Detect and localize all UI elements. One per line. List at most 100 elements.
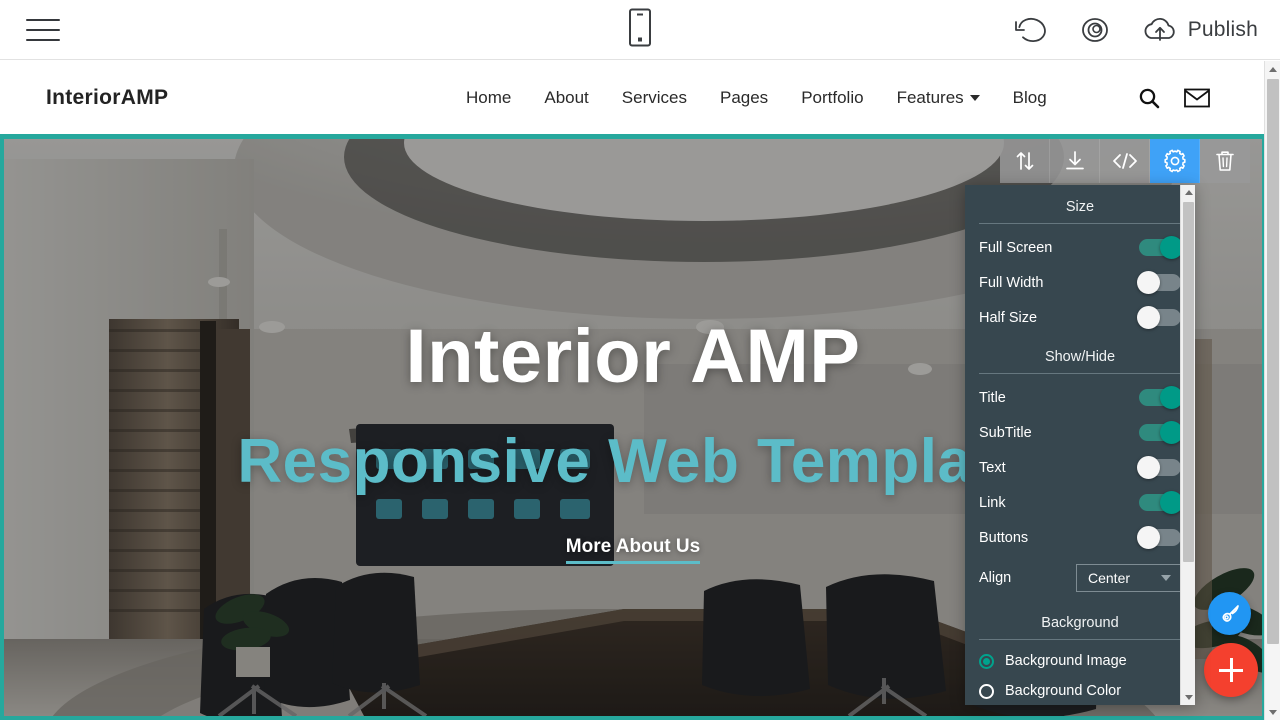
nav-label: Portfolio <box>801 87 864 107</box>
toggle-full-screen[interactable] <box>1139 236 1183 259</box>
setting-label: Full Width <box>979 274 1044 291</box>
eye-preview-icon[interactable] <box>1075 16 1115 44</box>
gear-settings-icon[interactable] <box>1150 139 1200 183</box>
style-paintbrush-fab[interactable] <box>1208 592 1251 635</box>
align-label: Align <box>979 570 1012 586</box>
page-scrollbar[interactable] <box>1264 61 1280 720</box>
setting-row-align: Align Center <box>979 555 1181 601</box>
nav-item-blog[interactable]: Blog <box>1013 88 1047 108</box>
plus-icon-vertical <box>1229 658 1233 682</box>
publish-label: Publish <box>1187 17 1258 41</box>
envelope-icon[interactable] <box>1184 88 1210 108</box>
app-bar-actions: Publish <box>1013 16 1258 44</box>
setting-label: Text <box>979 459 1006 476</box>
setting-label: Buttons <box>979 529 1029 546</box>
triangle-down <box>1269 709 1277 715</box>
hero-more-about-us-link[interactable]: More About Us <box>565 536 701 564</box>
toggle-text[interactable] <box>1137 456 1181 479</box>
search-icon[interactable] <box>1138 87 1160 109</box>
toggle-full-width[interactable] <box>1137 271 1181 294</box>
radio-row-background-color[interactable]: Background Color <box>979 676 1181 705</box>
toggle-knob <box>1137 526 1160 549</box>
nav-label: Blog <box>1012 87 1047 107</box>
chevron-down-icon <box>969 94 980 101</box>
setting-row-title[interactable]: Title <box>979 380 1183 415</box>
setting-label: Full Screen <box>979 239 1053 256</box>
radio-label: Background Image <box>1005 653 1127 669</box>
setting-label: Title <box>979 389 1006 406</box>
setting-row-full-screen[interactable]: Full Screen <box>979 230 1183 265</box>
setting-row-buttons[interactable]: Buttons <box>979 520 1181 555</box>
setting-row-full-width[interactable]: Full Width <box>979 265 1181 300</box>
showhide-heading: Show/Hide <box>1044 349 1116 365</box>
background-heading: Background <box>1041 615 1119 631</box>
nav-item-features[interactable]: Features <box>897 88 980 108</box>
setting-label: SubTitle <box>979 424 1032 441</box>
scroll-down-arrow-icon[interactable] <box>1181 690 1195 705</box>
toggle-knob <box>1137 306 1160 329</box>
scrollbar-thumb[interactable] <box>1183 202 1194 562</box>
toggle-link[interactable] <box>1139 491 1183 514</box>
site-brand[interactable]: InteriorAMP <box>46 86 168 110</box>
setting-row-half-size[interactable]: Half Size <box>979 300 1181 335</box>
align-select[interactable]: Center <box>1076 564 1181 592</box>
cloud-upload-icon <box>1141 16 1179 44</box>
block-settings-panel: Size Full Screen Full Width Half Size Sh… <box>965 185 1195 705</box>
triangle-up <box>1269 66 1277 72</box>
size-heading: Size <box>1065 199 1095 215</box>
page-scroll-up-arrow-icon[interactable] <box>1265 61 1280 77</box>
nav-label: Home <box>466 87 512 107</box>
radio-label: Background Color <box>1005 683 1122 699</box>
site-nav-menu: Home About Services Pages Portfolio Feat… <box>466 88 1047 108</box>
add-block-fab[interactable] <box>1204 643 1258 697</box>
setting-row-subtitle[interactable]: SubTitle <box>979 415 1183 450</box>
toggle-half-size[interactable] <box>1137 306 1181 329</box>
toggle-subtitle[interactable] <box>1139 421 1183 444</box>
settings-panel-scrollbar[interactable] <box>1180 185 1195 705</box>
triangle-up <box>1184 190 1193 195</box>
toggle-title[interactable] <box>1139 386 1183 409</box>
hamburger-menu-icon[interactable] <box>26 18 60 41</box>
nav-item-about[interactable]: About <box>544 88 588 108</box>
nav-label: Features <box>896 87 964 107</box>
download-icon[interactable] <box>1050 139 1100 183</box>
radio-background-color[interactable] <box>979 683 994 699</box>
toggle-knob <box>1137 271 1160 294</box>
hamburger-line <box>26 28 60 31</box>
page-scrollbar-thumb[interactable] <box>1267 79 1279 644</box>
setting-label: Half Size <box>979 309 1038 326</box>
hamburger-line <box>26 38 60 41</box>
setting-row-text[interactable]: Text <box>979 450 1181 485</box>
site-navbar: InteriorAMP Home About Services Pages Po… <box>0 61 1266 134</box>
publish-button[interactable]: Publish <box>1141 16 1258 44</box>
divider <box>979 639 1181 640</box>
toggle-buttons[interactable] <box>1137 526 1181 549</box>
divider <box>979 223 1181 224</box>
app-toolbar: Publish <box>0 0 1280 60</box>
nav-label: About <box>544 87 589 107</box>
nav-item-pages[interactable]: Pages <box>720 88 768 108</box>
mobile-device-icon[interactable] <box>629 8 651 51</box>
paintbrush-icon <box>1221 604 1239 622</box>
code-icon[interactable] <box>1100 139 1150 183</box>
trash-delete-icon[interactable] <box>1200 139 1250 183</box>
radio-background-image[interactable] <box>979 653 994 669</box>
align-selected-value: Center <box>1088 570 1131 586</box>
page-scroll-down-arrow-icon[interactable] <box>1265 704 1280 720</box>
undo-arrow-icon[interactable] <box>1013 17 1049 43</box>
settings-panel-body: Size Full Screen Full Width Half Size Sh… <box>965 185 1195 705</box>
hamburger-line <box>26 18 60 21</box>
move-block-icon[interactable] <box>1000 139 1050 183</box>
nav-item-services[interactable]: Services <box>622 88 687 108</box>
nav-label: Services <box>621 87 687 107</box>
block-toolbar <box>1000 139 1250 183</box>
setting-row-link[interactable]: Link <box>979 485 1183 520</box>
nav-item-portfolio[interactable]: Portfolio <box>801 88 863 108</box>
radio-row-background-image[interactable]: Background Image <box>979 646 1181 676</box>
chevron-down-icon <box>1161 575 1171 581</box>
site-nav-icons <box>1138 87 1210 109</box>
setting-label: Link <box>979 494 1006 511</box>
scroll-up-arrow-icon[interactable] <box>1181 185 1195 200</box>
nav-item-home[interactable]: Home <box>466 88 511 108</box>
nav-label: Pages <box>719 87 769 107</box>
